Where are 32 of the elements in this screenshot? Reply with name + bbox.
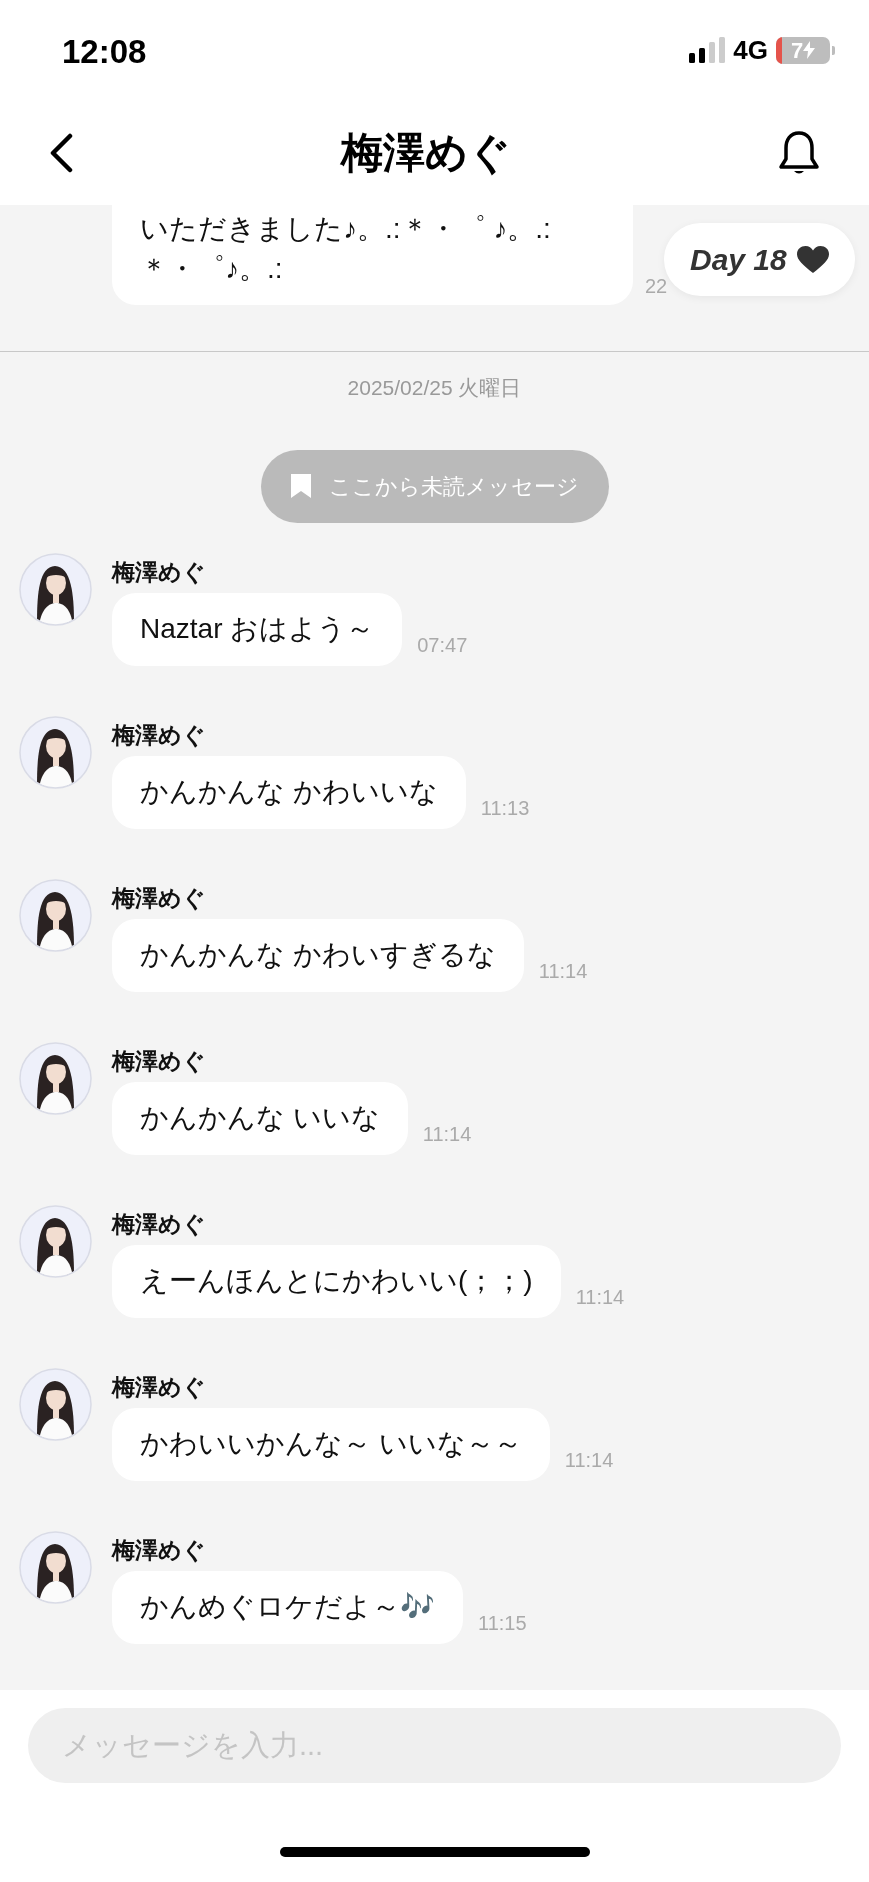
message-bubble: Naztar おはよう～ (112, 592, 403, 666)
sender-name: 梅澤めぐ (112, 1209, 207, 1239)
sender-name: 梅澤めぐ (112, 883, 207, 913)
sender-name: 梅澤めぐ (112, 720, 207, 750)
chat-title: 梅澤めぐ (340, 128, 511, 178)
message-time: 11:14 (422, 1121, 472, 1147)
sender-name: 梅澤めぐ (112, 557, 207, 587)
message-time: 11:14 (564, 1447, 614, 1473)
message-bubble: いただきました♪。.:＊・゜ ♪。.:＊・゜♪。.: (112, 205, 633, 305)
message-time: 07:47 (417, 632, 468, 658)
sender-name: 梅澤めぐ (112, 1046, 207, 1076)
heart-icon (796, 245, 829, 274)
message-bubble: かわいいかんな～ いいな～～ (112, 1407, 550, 1481)
status-time: 12:08 (62, 32, 147, 73)
message-bubble: かんめぐロケだよ～🎶 (112, 1570, 463, 1644)
message-time: 11:14 (538, 958, 588, 984)
bookmark-icon (290, 474, 311, 498)
message-bubble: かんかんな かわいすぎるな (112, 918, 524, 992)
message-time: 11:14 (575, 1284, 625, 1310)
message-bubble: かんかんな いいな (112, 1081, 408, 1155)
signal-icon (689, 37, 726, 63)
unread-marker: ここから未読メッセージ (260, 449, 609, 523)
message-bubble: かんかんな かわいいな (112, 755, 466, 829)
message-time: 11:15 (478, 1610, 527, 1636)
sender-name: 梅澤めぐ (112, 1372, 207, 1402)
message-bubble: えーんほんとにかわいい(；；) (112, 1244, 561, 1318)
battery-icon: 7 (776, 36, 830, 64)
date-label: 2025/02/25 火曜日 (347, 375, 522, 401)
message-time: 11:13 (480, 795, 530, 821)
network-label: 4G (733, 33, 768, 67)
back-icon[interactable] (48, 132, 74, 173)
sender-name: 梅澤めぐ (112, 1535, 207, 1565)
